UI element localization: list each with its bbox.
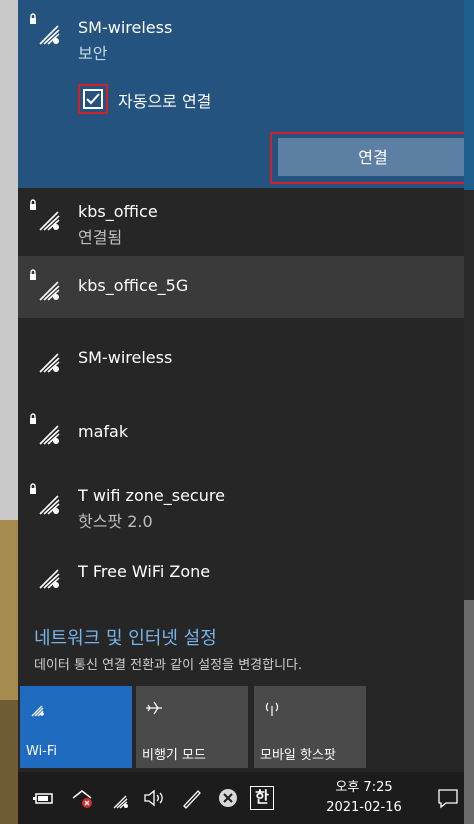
network-item-sm-wireless[interactable]: SM-wireless (18, 330, 474, 388)
network-item-kbs-office[interactable]: kbs_office 연결됨 (18, 188, 474, 254)
network-flyout: SM-wireless 보안 자동으로 연결 연결 kbs_office 연결됨 (18, 0, 474, 824)
notification-icon[interactable] (436, 786, 460, 810)
network-settings-link[interactable]: 네트워크 및 인터넷 설정 (34, 624, 217, 650)
network-name: T Free WiFi Zone (78, 562, 211, 581)
close-circle-icon[interactable] (216, 786, 240, 810)
network-error-icon[interactable] (70, 786, 94, 810)
network-name: SM-wireless (78, 348, 173, 367)
network-name: kbs_office (78, 202, 158, 221)
network-item-kbs-office-5g[interactable]: kbs_office_5G (18, 256, 474, 318)
ime-icon[interactable]: 한 (250, 786, 274, 810)
pen-icon[interactable] (180, 786, 204, 810)
wifi-icon (31, 705, 44, 717)
hotspot-icon (265, 702, 279, 716)
network-name: T wifi zone_secure (78, 486, 225, 505)
wifi-icon (39, 353, 60, 373)
network-status: 핫스팟 2.0 (78, 512, 153, 531)
desktop-background-edge (464, 0, 474, 824)
taskbar: 한 오후 7:25 2021-02-16 (18, 772, 474, 824)
auto-connect-label: 자동으로 연결 (118, 92, 212, 111)
wifi-secured-icon (30, 483, 60, 515)
airplane-mode-tile[interactable]: 비행기 모드 (136, 686, 248, 768)
network-name: SM-wireless (78, 18, 173, 37)
clock-time: 오후 7:25 (335, 780, 393, 795)
wifi-secured-icon (30, 199, 60, 231)
clock-date: 2021-02-16 (326, 800, 402, 815)
wifi-toggle-tile[interactable]: Wi-Fi (20, 686, 132, 768)
airplane-icon (146, 701, 162, 715)
clock[interactable]: 오후 7:25 2021-02-16 (324, 778, 404, 818)
expanded-network-item[interactable]: SM-wireless 보안 자동으로 연결 연결 (18, 0, 474, 188)
wifi-secured-icon (30, 13, 60, 45)
network-settings-description: 데이터 통신 연결 전환과 같이 설정을 변경합니다. (34, 658, 303, 673)
tile-label: 모바일 핫스팟 (260, 748, 336, 763)
network-status: 연결됨 (78, 228, 123, 247)
network-item-t-wifi-zone-secure[interactable]: T wifi zone_secure 핫스팟 2.0 (18, 472, 474, 542)
mobile-hotspot-tile[interactable]: 모바일 핫스팟 (254, 686, 366, 768)
tile-label: Wi-Fi (26, 744, 58, 759)
connect-button[interactable]: 연결 (278, 138, 468, 176)
network-name: kbs_office_5G (78, 276, 189, 295)
network-name: mafak (78, 422, 129, 441)
wifi-secured-icon (30, 269, 60, 301)
auto-connect-checkbox[interactable] (78, 84, 108, 114)
volume-icon[interactable] (142, 786, 166, 810)
wifi-icon[interactable] (108, 786, 132, 810)
network-item-t-free-wifi-zone[interactable]: T Free WiFi Zone (18, 548, 474, 600)
tile-label: 비행기 모드 (142, 748, 206, 763)
network-security-status: 보안 (78, 44, 108, 63)
battery-icon[interactable] (32, 786, 56, 810)
wifi-icon (39, 569, 60, 589)
desktop-background-edge (0, 0, 18, 824)
checkmark-icon (86, 93, 100, 105)
wifi-secured-icon (30, 413, 60, 445)
network-item-mafak[interactable]: mafak (18, 400, 474, 462)
